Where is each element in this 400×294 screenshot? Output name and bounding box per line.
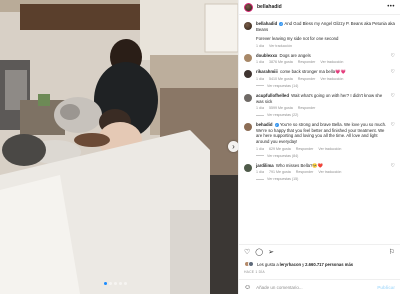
list-item: rikarahmiii come back stronger ma bella💗… — [244, 69, 395, 81]
comment-username[interactable]: acupfullofhelled — [256, 93, 289, 98]
likes-summary[interactable]: Les gusta a leryrhacon y 2.660.717 perso… — [244, 261, 395, 267]
list-item: acupfullofhelled Wait what's going on wi… — [244, 93, 395, 110]
reply-button[interactable]: Responder — [298, 106, 316, 110]
likes-count[interactable]: 2.660.717 personas más — [305, 262, 353, 267]
comment-username[interactable]: jardilima — [256, 163, 274, 168]
carousel-dot — [114, 282, 117, 285]
comment-time: 1 día — [256, 60, 264, 65]
translate-link[interactable]: Ver traducción — [318, 147, 341, 151]
caption-line-2: Forever leaving my side not for one seco… — [256, 36, 339, 42]
view-replies-button[interactable]: Ver respuestas (14) — [256, 84, 395, 88]
verified-icon: ✓ — [274, 123, 279, 128]
post-photo[interactable]: › — [0, 0, 238, 294]
comment-text: Dogs are angels — [279, 52, 311, 58]
header-username[interactable]: bellahadid — [257, 4, 282, 10]
view-replies-button[interactable]: Ver respuestas (84) — [256, 154, 395, 158]
post-image — [0, 0, 238, 294]
reply-button[interactable]: Responder — [296, 170, 314, 174]
likes-middle: y — [302, 261, 305, 267]
avatar[interactable] — [244, 22, 252, 30]
translate-link[interactable]: Ver traducción — [318, 170, 341, 174]
avatar[interactable] — [244, 70, 252, 79]
post-date: HACE 1 DÍA — [244, 270, 265, 274]
comments-list[interactable]: bellahadid ✓ And God Bless my Angel Gliz… — [239, 16, 400, 244]
comment-likes[interactable]: 629 Me gusta — [269, 147, 291, 151]
reply-button[interactable]: Responder — [298, 77, 316, 81]
avatar[interactable] — [244, 53, 252, 62]
caption-username[interactable]: bellahadid — [256, 21, 277, 26]
comment-text: Who misses Bella?🥺❤️ — [275, 162, 324, 168]
comment-text: come back stronger ma bella💗💗 — [279, 69, 346, 75]
comment-time: 1 día — [256, 170, 264, 175]
comment-username[interactable]: doublexxx — [256, 53, 277, 58]
translate-link[interactable]: Ver traducción — [320, 60, 343, 64]
avatar[interactable] — [244, 163, 252, 172]
reply-button[interactable]: Responder — [298, 60, 316, 64]
avatar[interactable] — [244, 2, 253, 12]
list-item: jardilima Who misses Bella?🥺❤️ 1 día 791… — [244, 162, 395, 175]
more-icon[interactable]: ••• — [387, 4, 395, 10]
comment-time: 1 día — [256, 146, 264, 151]
heart-icon[interactable]: ♡ — [388, 163, 395, 175]
caption: bellahadid ✓ And God Bless my Angel Gliz… — [244, 21, 395, 48]
comment-input[interactable] — [256, 284, 378, 290]
translate-link[interactable]: Ver traducción — [320, 77, 343, 81]
carousel-dot — [104, 282, 107, 285]
heart-icon[interactable]: ♡ — [388, 53, 395, 65]
share-icon[interactable]: ➢ — [268, 248, 274, 257]
post-header: bellahadid ••• — [239, 0, 400, 15]
carousel-dot — [119, 282, 122, 285]
publish-button[interactable]: Publicar — [377, 285, 395, 290]
verified-icon: ✓ — [279, 21, 284, 26]
chevron-right-icon[interactable]: › — [228, 141, 238, 152]
comment-likes[interactable]: 791 Me gusta — [269, 170, 291, 174]
view-replies-button[interactable]: Ver respuestas (22) — [256, 113, 395, 117]
heart-icon[interactable]: ♡ — [388, 122, 395, 150]
list-item: doublexxx Dogs are angels 1 día 3876 Me … — [244, 52, 395, 65]
avatar[interactable] — [244, 93, 252, 102]
bookmark-icon[interactable]: ⚐ — [389, 248, 395, 257]
carousel-dot — [109, 282, 112, 285]
comment-likes[interactable]: 3876 Me gusta — [269, 60, 293, 64]
emoji-icon[interactable]: ☺ — [244, 284, 251, 291]
likes-prefix: Les gusta a — [257, 261, 279, 267]
comment-likes[interactable]: 5410 Me gusta — [269, 77, 293, 81]
carousel-dot — [124, 282, 127, 285]
likes-user[interactable]: leryrhacon — [280, 262, 301, 267]
comment-username[interactable]: rikarahmiii — [256, 69, 278, 74]
heart-icon[interactable]: ♡ — [244, 248, 250, 257]
view-replies-button[interactable]: Ver respuestas (15) — [256, 177, 395, 181]
heart-icon[interactable]: ♡ — [388, 69, 395, 81]
reply-button[interactable]: Responder — [296, 147, 314, 151]
carousel-dots — [104, 282, 127, 285]
comment-likes[interactable]: 5599 Me gusta — [269, 106, 293, 110]
heart-icon[interactable]: ♡ — [388, 93, 395, 110]
avatar[interactable] — [244, 123, 252, 132]
caption-time: 1 día — [256, 43, 264, 48]
comment-time: 1 día — [256, 76, 264, 81]
comment-box: ☺ Publicar — [239, 279, 400, 294]
avatar — [248, 261, 254, 267]
post-actions: ♡ ◯ ➢ ⚐ Les gusta a leryrhacon y 2.660.7… — [239, 244, 400, 278]
list-item: behadid ✓ You're so strong and brave Bel… — [244, 122, 395, 151]
comment-time: 1 día — [256, 106, 264, 111]
translate-link[interactable]: Ver traducción — [269, 44, 292, 48]
comment-icon[interactable]: ◯ — [255, 248, 263, 257]
post-panel: bellahadid ••• bellahadid ✓ And God Bles… — [238, 0, 400, 294]
comment-username[interactable]: behadid — [256, 122, 272, 127]
